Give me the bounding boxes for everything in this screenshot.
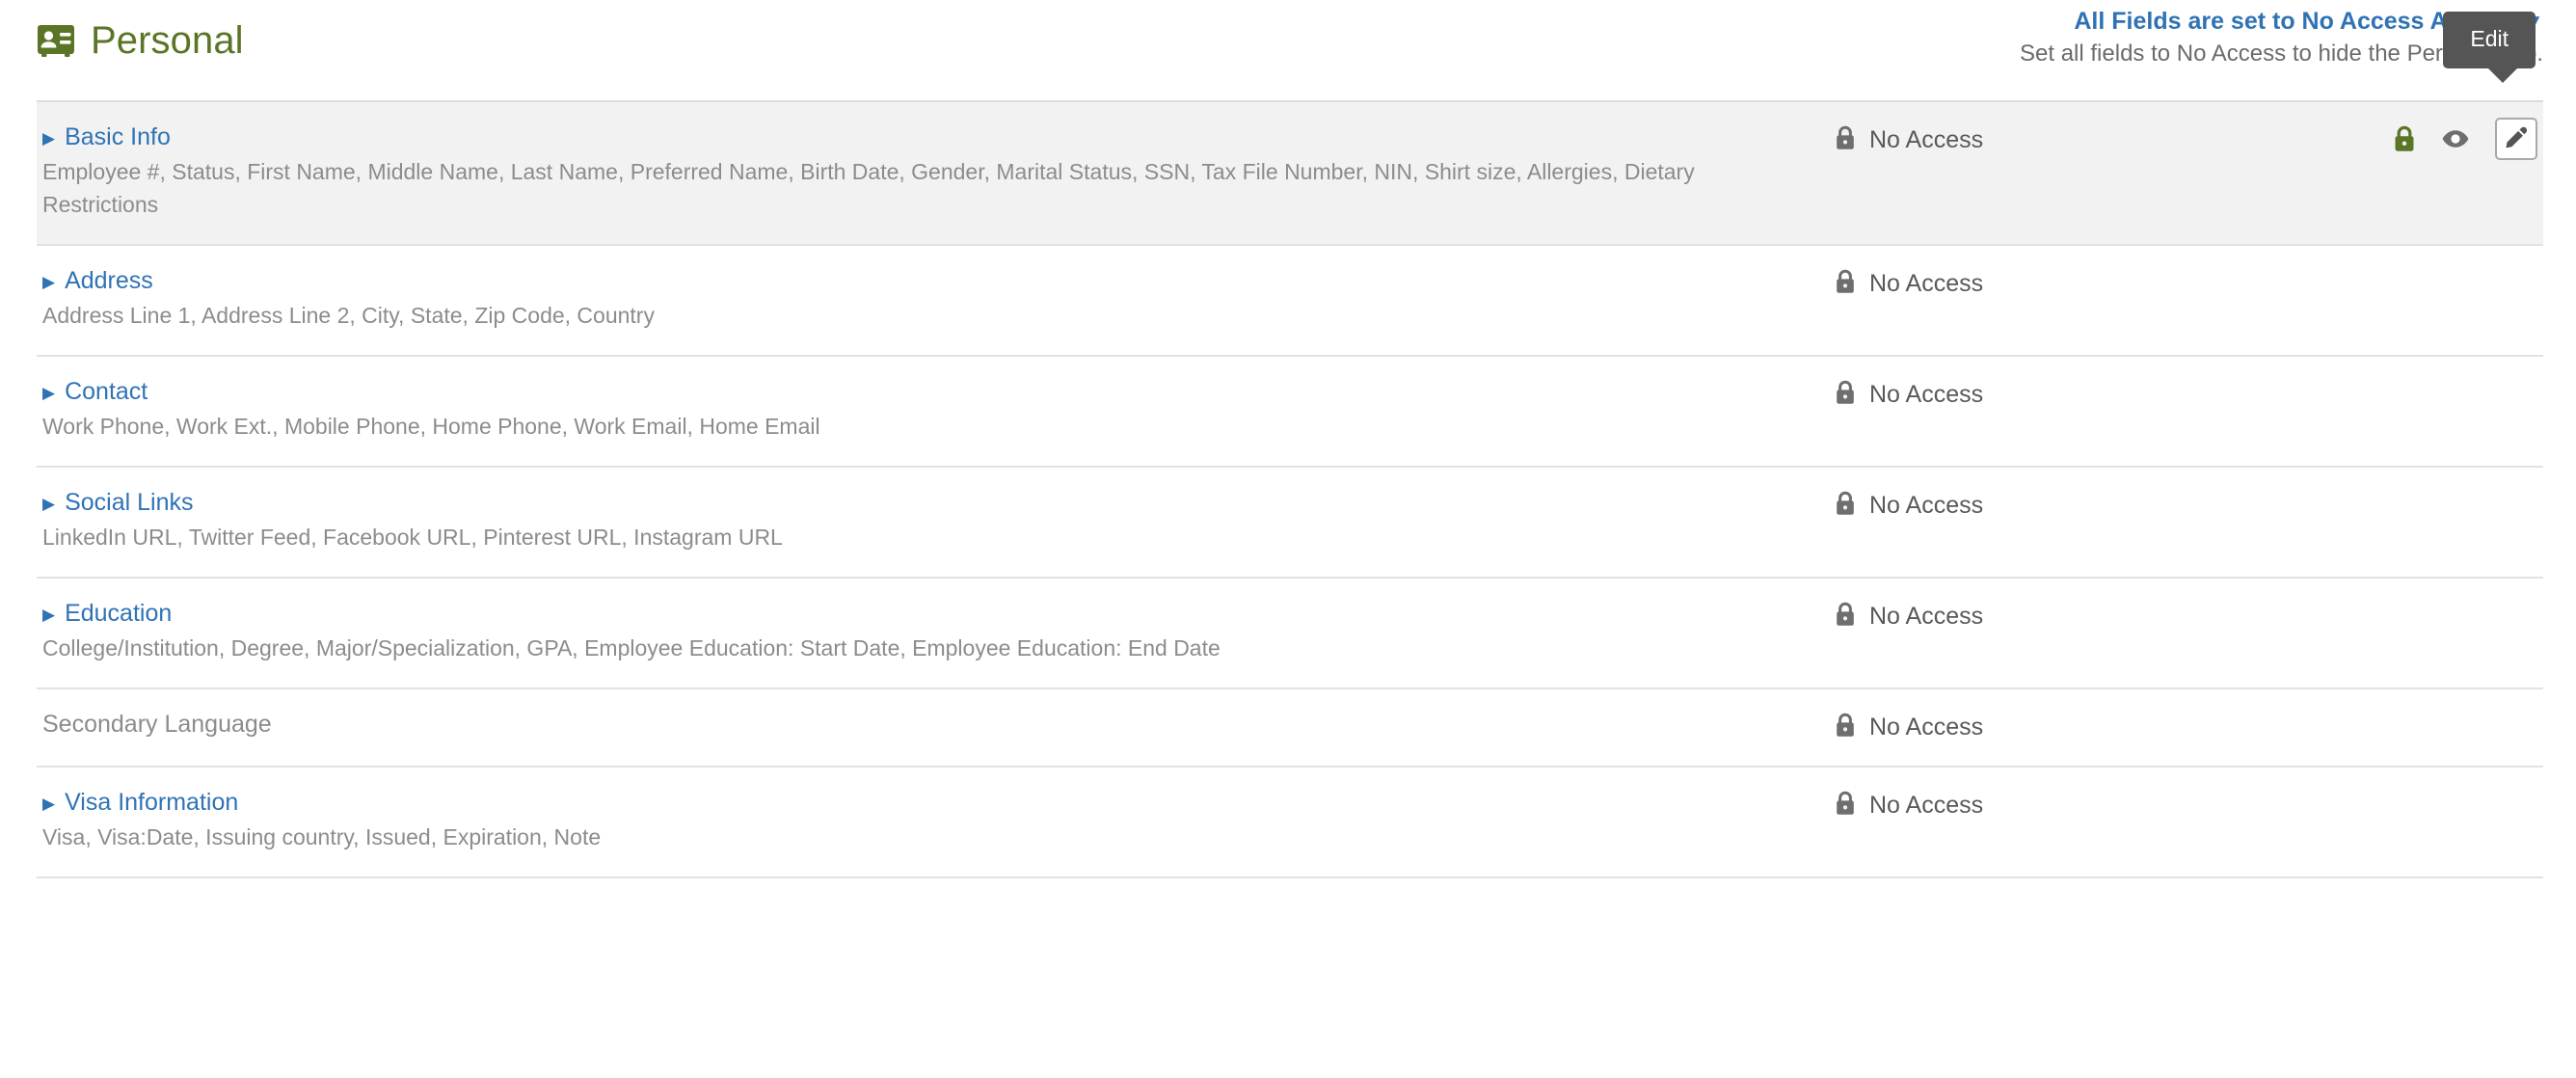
lock-icon	[1835, 791, 1856, 821]
table-row[interactable]: ▶ Visa Information Visa, Visa:Date, Issu…	[37, 766, 2543, 876]
lock-icon	[1835, 380, 1856, 410]
disclosure-triangle-icon[interactable]: ▶	[42, 130, 55, 147]
section-field-list: Address Line 1, Address Line 2, City, St…	[42, 303, 655, 329]
id-badge-icon	[37, 24, 75, 57]
section-title-link[interactable]: Visa Information	[65, 789, 238, 816]
page-title: Personal	[91, 19, 244, 62]
section-info: ▶ Education College/Institution, Degree,…	[37, 600, 1835, 664]
edit-tooltip: Edit	[2443, 12, 2536, 83]
access-status-label: No Access	[1869, 492, 1984, 520]
access-status-label: No Access	[1869, 714, 1984, 741]
section-info: Secondary Language	[37, 711, 1835, 738]
section-title-line: ▶ Visa Information	[42, 789, 1835, 816]
section-title-link[interactable]: Basic Info	[65, 123, 171, 150]
section-title-line: ▶ Education	[42, 600, 1835, 627]
section-field-list: Work Phone, Work Ext., Mobile Phone, Hom…	[42, 414, 820, 440]
access-status: No Access	[1835, 378, 2124, 410]
section-info: ▶ Basic Info Employee #, Status, First N…	[37, 123, 1835, 221]
disclosure-triangle-icon[interactable]: ▶	[42, 274, 55, 290]
disclosure-triangle-icon[interactable]: ▶	[42, 496, 55, 512]
no-access-lock-button[interactable]	[2393, 125, 2416, 152]
disclosure-triangle-icon[interactable]: ▶	[42, 795, 55, 812]
table-row[interactable]: ▶ Basic Info Employee #, Status, First N…	[37, 100, 2543, 245]
lock-icon	[1835, 713, 1856, 742]
list-bottom-divider	[37, 876, 2543, 879]
section-title-line: ▶ Contact	[42, 378, 1835, 405]
page-header-left: Personal	[37, 21, 244, 60]
section-info: ▶ Address Address Line 1, Address Line 2…	[37, 267, 1835, 332]
row-action-buttons	[2393, 118, 2537, 160]
section-title-line: ▶ Social Links	[42, 489, 1835, 516]
table-row[interactable]: Secondary Language No Access	[37, 687, 2543, 766]
section-title-link[interactable]: Education	[65, 600, 172, 627]
section-info: ▶ Social Links LinkedIn URL, Twitter Fee…	[37, 489, 1835, 553]
section-field-list: Employee #, Status, First Name, Middle N…	[42, 159, 1695, 218]
section-title-line: ▶ Basic Info	[42, 123, 1835, 150]
access-status: No Access	[1835, 600, 2124, 632]
section-field-list: College/Institution, Degree, Major/Speci…	[42, 635, 1221, 661]
edit-pencil-button[interactable]	[2495, 118, 2537, 160]
access-status: No Access	[1835, 123, 2124, 155]
access-status-label: No Access	[1869, 126, 1984, 153]
section-title-link: Secondary Language	[42, 711, 272, 739]
section-title-link[interactable]: Address	[65, 267, 153, 294]
access-status-label: No Access	[1869, 270, 1984, 298]
page-header: Personal All Fields are set to No Access…	[0, 0, 2576, 100]
view-eye-button[interactable]	[2441, 128, 2470, 149]
edit-tooltip-label: Edit	[2470, 26, 2509, 51]
section-field-list: Visa, Visa:Date, Issuing country, Issued…	[42, 824, 602, 850]
field-sections-list: ▶ Basic Info Employee #, Status, First N…	[37, 100, 2543, 876]
access-status: No Access	[1835, 789, 2124, 821]
lock-icon	[1835, 125, 1856, 155]
section-title-line: Secondary Language	[42, 711, 1835, 738]
access-status-label: No Access	[1869, 381, 1984, 409]
table-row[interactable]: ▶ Address Address Line 1, Address Line 2…	[37, 244, 2543, 355]
access-status: No Access	[1835, 489, 2124, 521]
section-info: ▶ Visa Information Visa, Visa:Date, Issu…	[37, 789, 1835, 853]
lock-icon	[1835, 269, 1856, 299]
section-field-list: LinkedIn URL, Twitter Feed, Facebook URL…	[42, 525, 783, 551]
disclosure-triangle-icon[interactable]: ▶	[42, 606, 55, 623]
section-title-link[interactable]: Social Links	[65, 489, 193, 516]
access-status-label: No Access	[1869, 792, 1984, 820]
table-row[interactable]: ▶ Contact Work Phone, Work Ext., Mobile …	[37, 355, 2543, 466]
section-title-line: ▶ Address	[42, 267, 1835, 294]
pencil-icon	[2504, 125, 2529, 153]
section-title-link[interactable]: Contact	[65, 378, 148, 405]
table-row[interactable]: ▶ Social Links LinkedIn URL, Twitter Fee…	[37, 466, 2543, 577]
table-row[interactable]: ▶ Education College/Institution, Degree,…	[37, 577, 2543, 687]
lock-icon	[1835, 602, 1856, 632]
access-status: No Access	[1835, 267, 2124, 299]
disclosure-triangle-icon[interactable]: ▶	[42, 385, 55, 401]
section-info: ▶ Contact Work Phone, Work Ext., Mobile …	[37, 378, 1835, 443]
lock-icon	[1835, 491, 1856, 521]
access-status: No Access	[1835, 711, 2124, 742]
access-status-label: No Access	[1869, 603, 1984, 631]
